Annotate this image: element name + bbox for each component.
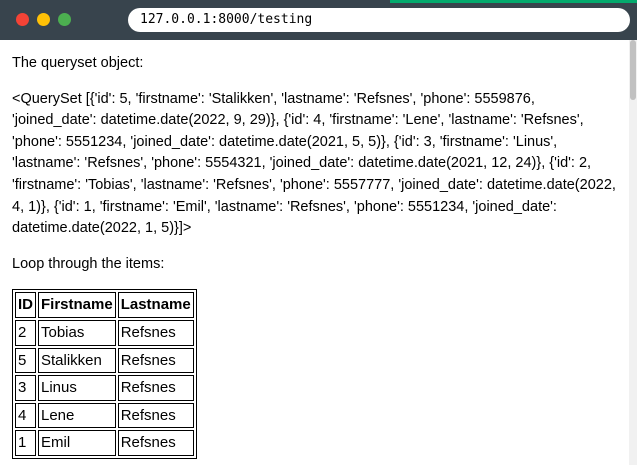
table-row: 1 Emil Refsnes	[15, 430, 194, 456]
minimize-window-icon[interactable]	[37, 13, 50, 26]
column-header-id: ID	[15, 292, 36, 318]
browser-chrome: 127.0.0.1:8000/testing	[0, 0, 637, 40]
cell-id: 4	[15, 402, 36, 429]
cell-firstname: Lene	[38, 402, 116, 429]
table-row: 2 Tobias Refsnes	[15, 319, 194, 346]
vertical-scrollbar[interactable]	[629, 40, 637, 465]
cell-firstname: Stalikken	[38, 347, 116, 374]
table-row: 3 Linus Refsnes	[15, 375, 194, 401]
page-content: The queryset object: <QuerySet [{'id': 5…	[0, 40, 629, 465]
cell-id: 2	[15, 319, 36, 346]
cell-id: 1	[15, 430, 36, 456]
column-header-lastname: Lastname	[117, 292, 194, 318]
maximize-window-icon[interactable]	[58, 13, 71, 26]
cell-firstname: Linus	[38, 375, 116, 401]
members-table: ID Firstname Lastname 2 Tobias Refsnes 5…	[12, 289, 197, 459]
cell-firstname: Emil	[38, 430, 116, 456]
table-row: 4 Lene Refsnes	[15, 402, 194, 429]
table-row: 5 Stalikken Refsnes	[15, 347, 194, 374]
cell-lastname: Refsnes	[117, 402, 194, 429]
accent-strip	[390, 0, 637, 3]
scrollbar-thumb[interactable]	[630, 40, 636, 100]
address-bar[interactable]: 127.0.0.1:8000/testing	[128, 8, 630, 32]
cell-lastname: Refsnes	[117, 347, 194, 374]
column-header-firstname: Firstname	[38, 292, 116, 318]
close-window-icon[interactable]	[16, 13, 29, 26]
cell-lastname: Refsnes	[117, 430, 194, 456]
cell-firstname: Tobias	[38, 319, 116, 346]
cell-lastname: Refsnes	[117, 319, 194, 346]
cell-id: 5	[15, 347, 36, 374]
queryset-heading: The queryset object:	[12, 55, 144, 71]
table-header-row: ID Firstname Lastname	[15, 292, 194, 318]
cell-lastname: Refsnes	[117, 375, 194, 401]
loop-heading: Loop through the items:	[12, 255, 165, 272]
queryset-output: <QuerySet [{'id': 5, 'firstname': 'Stali…	[12, 90, 616, 237]
cell-id: 3	[15, 375, 36, 401]
